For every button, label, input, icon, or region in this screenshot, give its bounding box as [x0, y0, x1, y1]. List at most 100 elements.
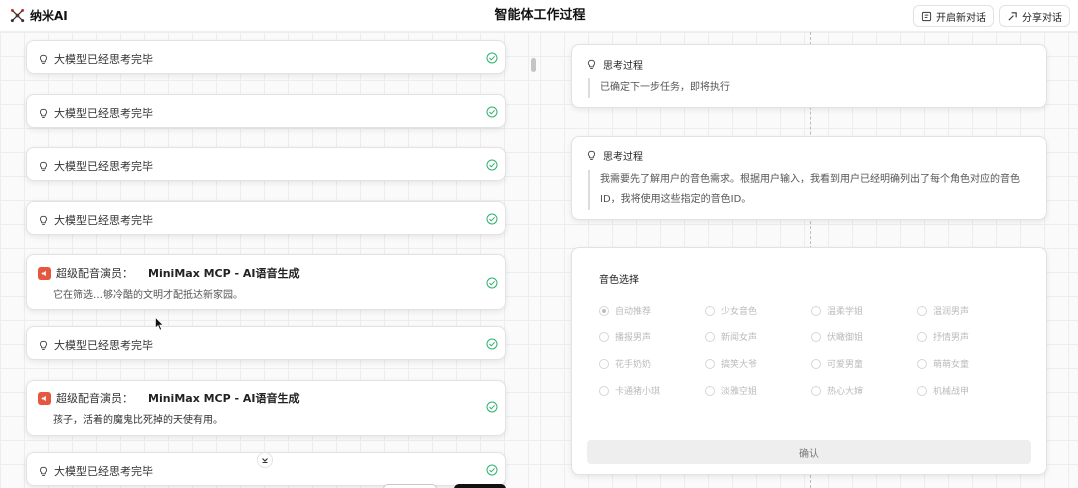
- lightbulb-icon: [39, 161, 48, 171]
- app-name: 纳米AI: [30, 9, 68, 23]
- voice-option-label: 新闻女声: [721, 333, 758, 343]
- lightbulb-icon: [39, 108, 48, 118]
- check-circle-icon: [486, 106, 498, 118]
- tool-step-detail: 孩子，活着的魔鬼比死掉的天使有用。: [53, 415, 223, 426]
- lightbulb-icon: [39, 466, 48, 476]
- voice-option[interactable]: 搞笑大爷: [705, 357, 757, 370]
- check-circle-icon: [486, 401, 498, 413]
- voice-option-label: 机械战甲: [933, 387, 970, 397]
- radio-button[interactable]: [917, 331, 927, 342]
- top-bar: 纳米AI 智能体工作过程 开启新对话 分享对话: [0, 0, 1078, 32]
- thinking-title: 思考过程: [603, 152, 643, 163]
- radio-button[interactable]: [917, 385, 927, 396]
- lightbulb-icon: [39, 54, 48, 64]
- step-card[interactable]: 大模型已经思考完毕: [26, 40, 506, 74]
- bottom-secondary-button[interactable]: [383, 484, 437, 488]
- voice-option-label: 淡雅空姐: [721, 387, 758, 397]
- voice-option[interactable]: 花手奶奶: [599, 357, 651, 370]
- radio-button[interactable]: [705, 331, 715, 342]
- radio-button[interactable]: [811, 358, 821, 369]
- thinking-text: 我需要先了解用户的音色需求。根据用户输入，我看到用户已经明确列出了每个角色对应的…: [588, 170, 1038, 210]
- new-chat-button[interactable]: 开启新对话: [913, 5, 994, 27]
- scroll-to-bottom-button[interactable]: [257, 452, 273, 468]
- radio-button[interactable]: [599, 305, 609, 316]
- voice-option-label: 伏瞰御姐: [827, 333, 864, 343]
- voice-option[interactable]: 播报男声: [599, 330, 651, 343]
- mouse-cursor-icon: [155, 317, 164, 331]
- new-chat-icon: [921, 11, 932, 21]
- step-list-panel[interactable]: 大模型已经思考完毕 大模型已经思考完毕 大模型已经思考完毕 大模型已经思考完毕 …: [0, 32, 540, 488]
- tool-step-card[interactable]: 超级配音演员： MiniMax MCP - AI语音生成 孩子，活着的魔鬼比死掉…: [26, 380, 506, 436]
- tool-step-detail: 它在筛选…够冷酷的文明才配抵达新家园。: [53, 290, 243, 301]
- chevron-down-icon: [262, 458, 268, 463]
- lightbulb-icon: [587, 150, 596, 160]
- voice-option[interactable]: 卡通猪小琪: [599, 384, 660, 397]
- lightbulb-icon: [39, 215, 48, 225]
- voice-option[interactable]: 少女音色: [705, 304, 757, 317]
- voice-option[interactable]: 可爱男童: [811, 357, 863, 370]
- check-circle-icon: [486, 213, 498, 225]
- tool-step-label: 超级配音演员：: [56, 392, 133, 405]
- thinking-card: 思考过程 我需要先了解用户的音色需求。根据用户输入，我看到用户已经明确列出了每个…: [571, 136, 1047, 220]
- voice-option[interactable]: 温柔学姐: [811, 304, 863, 317]
- voice-option-label: 可爱男童: [827, 360, 864, 370]
- share-chat-button[interactable]: 分享对话: [999, 5, 1070, 27]
- radio-button[interactable]: [599, 358, 609, 369]
- radio-button[interactable]: [705, 385, 715, 396]
- radio-button[interactable]: [811, 331, 821, 342]
- voice-option-label: 花手奶奶: [615, 360, 652, 370]
- voice-option-label: 搞笑大爷: [721, 360, 758, 370]
- page-title: 智能体工作过程: [494, 8, 586, 23]
- share-label: 分享对话: [1022, 12, 1062, 24]
- voice-option[interactable]: 淡雅空姐: [705, 384, 757, 397]
- voice-actor-badge-icon: [38, 266, 51, 280]
- lightbulb-icon: [39, 340, 48, 350]
- voice-option[interactable]: 伏瞰御姐: [811, 330, 863, 343]
- step-label: 大模型已经思考完毕: [54, 107, 153, 120]
- radio-button[interactable]: [705, 358, 715, 369]
- voice-option-label: 抒情男声: [933, 333, 970, 343]
- scrollbar-thumb[interactable]: [531, 58, 536, 72]
- step-label: 大模型已经思考完毕: [54, 53, 153, 66]
- step-card[interactable]: 大模型已经思考完毕: [26, 94, 506, 128]
- radio-button[interactable]: [811, 385, 821, 396]
- thinking-text: 已确定下一步任务，即将执行: [588, 78, 1038, 98]
- bottom-primary-button[interactable]: [454, 484, 506, 488]
- check-circle-icon: [486, 52, 498, 64]
- voice-option[interactable]: 萌萌女童: [917, 357, 969, 370]
- step-card[interactable]: 大模型已经思考完毕: [26, 201, 506, 235]
- check-circle-icon: [486, 159, 498, 171]
- voice-option[interactable]: 抒情男声: [917, 330, 969, 343]
- radio-button[interactable]: [917, 305, 927, 316]
- voice-option[interactable]: 温润男声: [917, 304, 969, 317]
- radio-button[interactable]: [917, 358, 927, 369]
- step-label: 大模型已经思考完毕: [54, 160, 153, 173]
- confirm-button[interactable]: 确认: [587, 440, 1031, 464]
- share-icon: [1008, 11, 1017, 21]
- workflow-detail-panel[interactable]: 思考过程 已确定下一步任务，即将执行 思考过程 我需要先了解用户的音色需求。根据…: [540, 32, 1078, 488]
- step-label: 大模型已经思考完毕: [54, 465, 153, 478]
- voice-option-label: 播报男声: [615, 333, 652, 343]
- radio-button[interactable]: [599, 385, 609, 396]
- voice-option-label: 卡通猪小琪: [615, 387, 661, 397]
- radio-button[interactable]: [811, 305, 821, 316]
- lightbulb-icon: [587, 59, 596, 69]
- logo-icon: [10, 8, 25, 23]
- step-card[interactable]: 大模型已经思考完毕: [26, 326, 506, 360]
- tool-step-label: 超级配音演员：: [56, 267, 133, 280]
- voice-option-label: 热心大婶: [827, 387, 864, 397]
- voice-option[interactable]: 热心大婶: [811, 384, 863, 397]
- voice-option-label: 温柔学姐: [827, 307, 864, 317]
- radio-button[interactable]: [705, 305, 715, 316]
- voice-option[interactable]: 自动推荐: [599, 304, 651, 317]
- app-logo[interactable]: 纳米AI: [10, 7, 68, 24]
- new-chat-label: 开启新对话: [936, 12, 986, 24]
- tool-step-card[interactable]: 超级配音演员： MiniMax MCP - AI语音生成 它在筛选…够冷酷的文明…: [26, 254, 506, 310]
- voice-option[interactable]: 机械战甲: [917, 384, 969, 397]
- radio-button[interactable]: [599, 331, 609, 342]
- step-card[interactable]: 大模型已经思考完毕: [26, 147, 506, 181]
- voice-option[interactable]: 新闻女声: [705, 330, 757, 343]
- check-circle-icon: [486, 464, 498, 476]
- voice-option-label: 自动推荐: [615, 307, 652, 317]
- tool-name: MiniMax MCP - AI语音生成: [148, 267, 300, 280]
